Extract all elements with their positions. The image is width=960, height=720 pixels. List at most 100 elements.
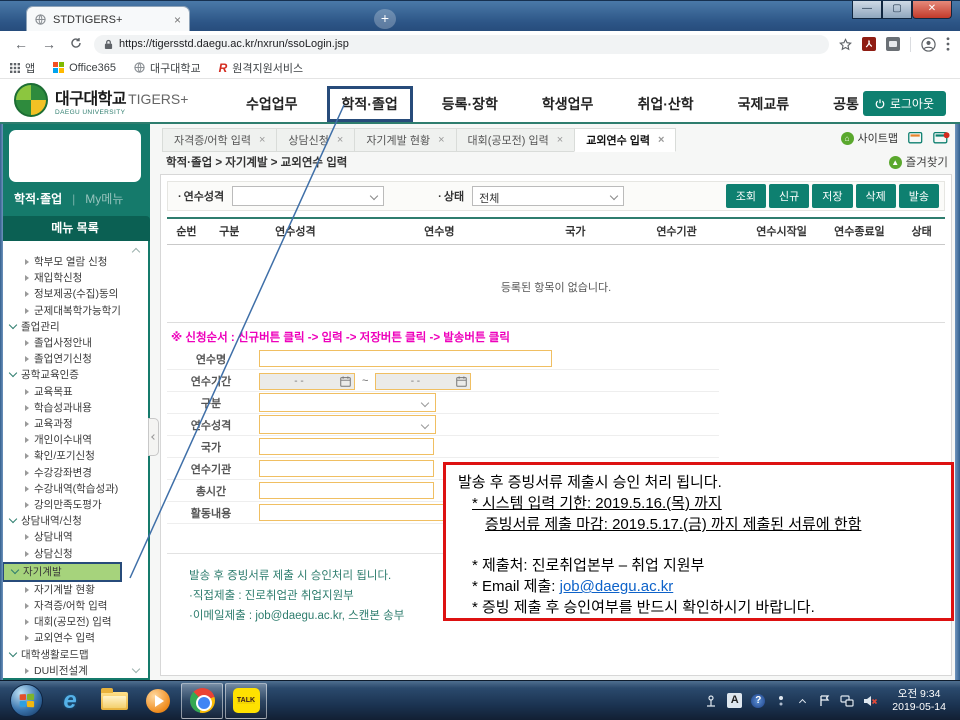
action-button[interactable]: 신규 — [769, 184, 809, 208]
capture-extension-icon[interactable] — [886, 37, 900, 51]
sidebar-menu-item[interactable]: 대회(공모전) 입력 — [2, 614, 148, 630]
help-icon[interactable]: ? — [751, 694, 765, 708]
workspace-tab[interactable]: 상담신청 — [276, 128, 354, 152]
university-logo[interactable]: 대구대학교TIGERS+ DAEGU UNIVERSITY — [14, 83, 188, 117]
sidebar-menu-item[interactable]: 대학생활로드맵 — [2, 647, 148, 663]
grid-header-cell[interactable]: 연수명 — [338, 218, 540, 245]
sidebar-menu-item[interactable]: 자격증/어학 입력 — [2, 598, 148, 614]
country-input[interactable] — [259, 438, 434, 455]
grid-header-cell[interactable]: 연수시작일 — [743, 218, 821, 245]
filter-nature-select[interactable] — [232, 186, 384, 206]
sidebar-menu-item[interactable]: 졸업연기신청 — [2, 351, 148, 367]
grid-header-cell[interactable]: 연수종료일 — [820, 218, 898, 245]
minimize-button[interactable]: — — [852, 1, 882, 19]
sidebar-menu-item[interactable]: 군제대복학가능학기 — [2, 303, 148, 319]
sidebar-menu-item[interactable]: 자기계발 — [2, 562, 122, 582]
sidebar-menu-item[interactable]: 수강강좌변경 — [2, 465, 148, 481]
sidebar-menu-item[interactable]: 상담신청 — [2, 546, 148, 562]
sidebar-menu-item[interactable]: 재입학신청 — [2, 270, 148, 286]
workspace-tab[interactable]: 자기계발 현황 — [354, 128, 455, 152]
maximize-button[interactable]: ▢ — [882, 1, 912, 19]
nature-select[interactable] — [259, 415, 436, 434]
sidebar-menu-item[interactable]: 공학교육인증 — [2, 367, 148, 383]
sidebar-menu-item[interactable]: 학습성과내용 — [2, 400, 148, 416]
address-bar[interactable]: https://tigersstd.daegu.ac.kr/nxrun/ssoL… — [94, 35, 829, 54]
category-select[interactable] — [259, 393, 436, 412]
taskbar-media-player[interactable] — [137, 683, 179, 719]
calendar-icon[interactable] — [456, 374, 467, 392]
workspace-tab[interactable]: 자격증/어학 입력 — [162, 128, 276, 152]
sidebar-menu-item[interactable]: DU비전설계 — [2, 663, 148, 678]
workspace-tab[interactable]: 교외연수 입력 — [574, 128, 676, 152]
tray-misc-icon[interactable] — [774, 695, 787, 707]
sidebar-menu-item[interactable]: 상담내역 — [2, 529, 148, 545]
new-tab-button[interactable]: + — [374, 9, 396, 29]
main-nav-item[interactable]: 학생업무 — [520, 86, 616, 122]
grid-header-cell[interactable]: 순번 — [167, 218, 206, 245]
agency-input[interactable] — [259, 460, 434, 477]
sidebar-menu-item[interactable]: 졸업사정안내 — [2, 335, 148, 351]
main-nav-item[interactable]: 수업업무 — [224, 86, 320, 122]
grid-header-cell[interactable]: 연수성격 — [253, 218, 339, 245]
taskbar-chrome[interactable] — [181, 683, 223, 719]
email-link[interactable]: job@daegu.ac.kr — [560, 578, 674, 595]
action-button[interactable]: 삭제 — [856, 184, 896, 208]
profile-avatar-icon[interactable] — [910, 37, 936, 52]
main-nav-item[interactable]: 취업·산학 — [615, 86, 715, 122]
logout-button[interactable]: 로그아웃 — [863, 91, 946, 116]
action-button[interactable]: 발송 — [899, 184, 939, 208]
hours-input[interactable] — [259, 482, 434, 499]
bookmark-office365[interactable]: Office365 — [53, 62, 116, 74]
grid-header-cell[interactable]: 연수기관 — [610, 218, 742, 245]
sidebar-menu-item[interactable]: 교육목표 — [2, 384, 148, 400]
sidebar-menu-item[interactable]: 정보제공(수집)동의 — [2, 286, 148, 302]
taskbar-clock[interactable]: 오전 9:34 2019-05-14 — [886, 688, 952, 714]
scroll-down-icon[interactable] — [133, 666, 141, 674]
main-nav-item[interactable]: 등록·장학 — [420, 86, 520, 122]
main-nav-item[interactable]: 국제교류 — [716, 86, 812, 122]
sidebar-menu-item[interactable]: 강의만족도평가 — [2, 497, 148, 513]
grid-header-cell[interactable]: 구분 — [206, 218, 253, 245]
taskbar-ie[interactable]: e — [49, 683, 91, 719]
calendar-icon[interactable] — [340, 374, 351, 392]
main-nav-item[interactable]: 학적·졸업 — [327, 86, 413, 122]
training-name-input[interactable] — [259, 350, 552, 367]
sitemap-button[interactable]: ⌂ 사이트맵 — [841, 130, 898, 146]
tab-close-icon[interactable]: × — [174, 13, 181, 27]
pdf-extension-icon[interactable] — [862, 37, 876, 51]
browser-tab[interactable]: STDTIGERS+ × — [26, 6, 190, 32]
start-button[interactable] — [5, 683, 47, 719]
action-center-flag-icon[interactable] — [818, 695, 831, 707]
sidebar-menu-item[interactable]: 확인/포기신청 — [2, 448, 148, 464]
bookmark-apps[interactable]: 앱 — [10, 60, 35, 76]
menu-dots-icon[interactable] — [946, 37, 950, 51]
sidebar-menu-item[interactable]: 교외연수 입력 — [2, 630, 148, 646]
bookmark-remote-support[interactable]: R 원격지원서비스 — [219, 60, 304, 76]
bookmark-star-icon[interactable] — [839, 38, 852, 51]
sidebar-menu-item[interactable]: 교육과정 — [2, 416, 148, 432]
window-close-all-icon[interactable] — [933, 132, 950, 144]
refresh-icon[interactable] — [70, 36, 82, 52]
taskbar-kakaotalk[interactable]: TALK — [225, 683, 267, 719]
forward-icon[interactable]: → — [42, 36, 56, 52]
workspace-tab[interactable]: 대회(공모전) 입력 — [456, 128, 575, 152]
sidebar-menu-item[interactable]: 수강내역(학습성과) — [2, 481, 148, 497]
bookmark-daegu-univ[interactable]: 대구대학교 — [134, 60, 201, 76]
sidebar-menu-item[interactable]: 개인이수내역 — [2, 432, 148, 448]
tray-expand-icon[interactable] — [796, 697, 809, 705]
scroll-up-icon[interactable] — [133, 246, 141, 254]
grid-header-cell[interactable]: 상태 — [898, 218, 945, 245]
volume-muted-icon[interactable] — [863, 695, 877, 707]
sidebar-menu-item[interactable]: 상담내역/신청 — [2, 513, 148, 529]
sidebar-collapse-handle[interactable] — [148, 418, 159, 456]
ime-keyboard-icon[interactable] — [704, 695, 718, 707]
close-button[interactable]: ✕ — [912, 1, 952, 19]
sidebar-menu-item[interactable]: 학부모 열람 신청 — [2, 254, 148, 270]
grid-header-cell[interactable]: 국가 — [540, 218, 610, 245]
action-button[interactable]: 조회 — [726, 184, 766, 208]
action-button[interactable]: 저장 — [812, 184, 852, 208]
window-arrange-icon[interactable] — [908, 132, 923, 144]
filter-status-select[interactable]: 전체 — [472, 186, 624, 206]
taskbar-explorer[interactable] — [93, 683, 135, 719]
sidebar-tab-mymenu[interactable]: My메뉴 — [85, 190, 123, 207]
